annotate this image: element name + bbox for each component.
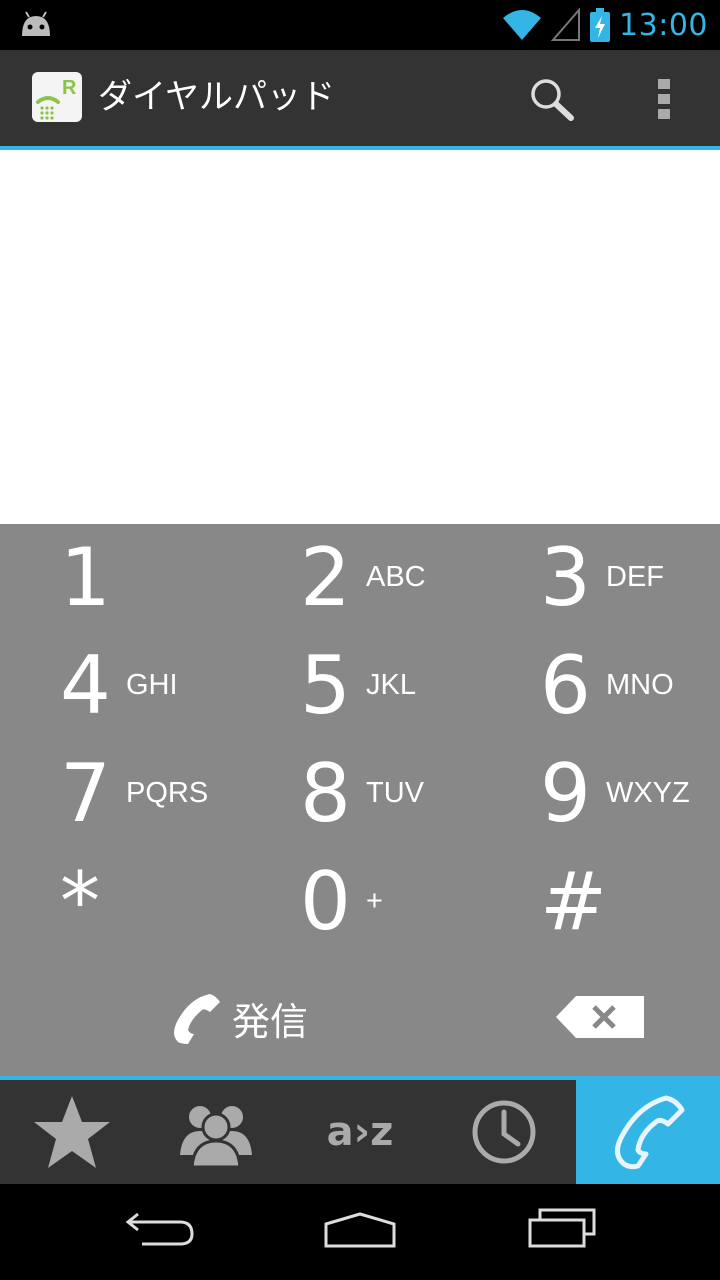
key-digit: # [540,855,608,948]
star-icon [34,1096,110,1168]
key-letters: WXYZ [606,777,690,809]
key-4[interactable]: 4 GHI [0,632,240,740]
key-digit: 7 [60,747,111,840]
backspace-icon[interactable] [554,994,646,1044]
key-1[interactable]: 1 [0,524,240,632]
key-letters: ABC [366,561,426,593]
key-8[interactable]: 8 TUV [240,740,480,848]
battery-charging-icon [590,8,611,42]
action-bar: R ダイヤルパッド [0,50,720,146]
key-hash[interactable]: # [480,848,720,956]
key-letters: DEF [606,561,664,593]
key-digit: 2 [300,531,351,624]
home-icon[interactable] [322,1206,398,1254]
page-title: ダイヤルパッド [98,77,335,117]
clock-icon [472,1100,536,1164]
key-letters: GHI [126,669,178,701]
tab-history[interactable] [432,1080,576,1184]
key-6[interactable]: 6 MNO [480,632,720,740]
overflow-menu-icon[interactable] [654,78,674,124]
dialer-r-icon[interactable]: R [32,72,82,122]
call-button-label: 発信 [232,999,309,1044]
tab-favorites[interactable] [0,1080,144,1184]
key-digit: 6 [540,639,591,732]
key-digit: 9 [540,747,591,840]
contacts-icon [180,1106,252,1167]
key-letters: MNO [606,669,674,701]
number-display[interactable] [0,150,720,524]
key-letters: TUV [366,777,424,809]
status-time: 13:00 [619,7,708,43]
status-icons: 13:00 [501,0,708,50]
key-digit: 0 [300,855,351,948]
tab-bar: a›z [0,1080,720,1184]
wifi-icon [503,10,542,40]
tab-dialpad[interactable] [576,1080,720,1184]
key-2[interactable]: 2 ABC [240,524,480,632]
svg-text:R: R [62,77,77,99]
status-bar: 13:00 [0,0,720,50]
navigation-bar [0,1184,720,1280]
dialpad: 1 2 ABC 3 DEF 4 GHI 5 JKL 6 MNO 7 PQRS 8… [0,524,720,1076]
key-digit: * [60,855,100,948]
back-icon[interactable] [124,1206,196,1254]
a-to-z-icon: a›z [326,1109,394,1155]
search-icon[interactable] [528,76,576,126]
call-button[interactable]: 発信 [168,988,308,1048]
key-digit: 1 [60,531,111,624]
phone-icon [174,994,220,1044]
phone-icon [615,1095,685,1170]
tab-index[interactable]: a›z [288,1080,432,1184]
key-letters: + [366,885,383,917]
android-icon [18,10,54,42]
key-digit: 8 [300,747,351,840]
key-digit: 5 [300,639,351,732]
key-star[interactable]: * [0,848,240,956]
key-0[interactable]: 0 + [240,848,480,956]
key-digit: 3 [540,531,591,624]
key-3[interactable]: 3 DEF [480,524,720,632]
key-letters: PQRS [126,777,209,809]
key-7[interactable]: 7 PQRS [0,740,240,848]
key-9[interactable]: 9 WXYZ [480,740,720,848]
recents-icon[interactable] [526,1206,598,1254]
key-digit: 4 [60,639,111,732]
key-letters: JKL [366,669,416,701]
tab-contacts[interactable] [144,1080,288,1184]
key-5[interactable]: 5 JKL [240,632,480,740]
signal-icon [551,8,581,41]
